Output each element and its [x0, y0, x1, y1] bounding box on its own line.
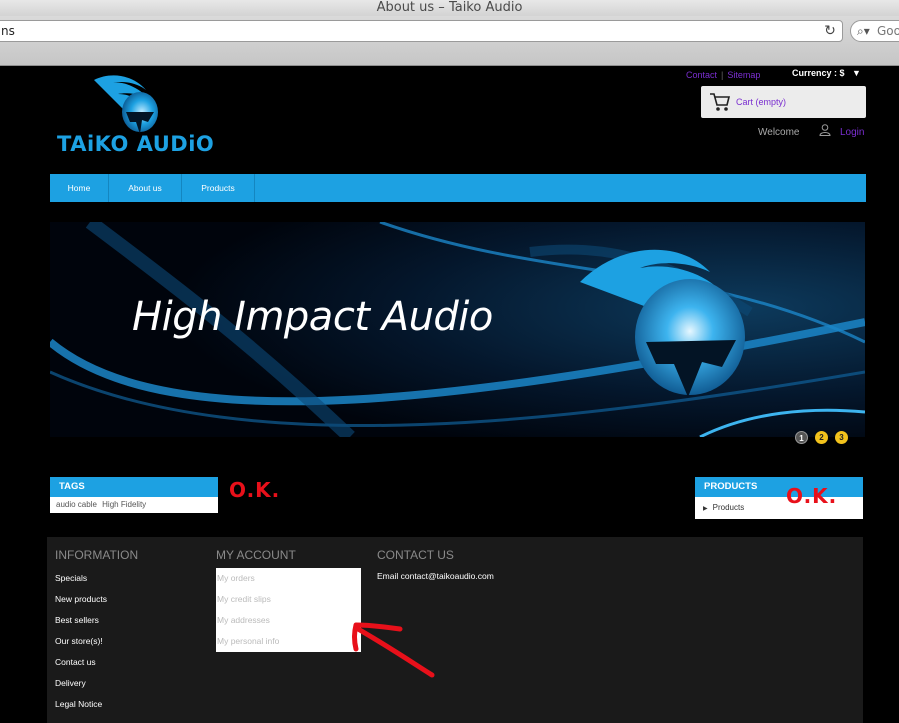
- address-text: ns: [1, 24, 15, 38]
- nav-item-home[interactable]: Home: [50, 174, 109, 202]
- search-icon: ⌕▾: [857, 24, 870, 38]
- currency-label: Currency : $: [792, 68, 845, 78]
- browser-toolbar: ns ↻ ⌕▾ Goo: [0, 16, 899, 66]
- contact-link[interactable]: Contact: [686, 70, 717, 80]
- nav-item-products[interactable]: Products: [182, 174, 255, 202]
- user-icon: [819, 124, 831, 136]
- footer-link-contact-us[interactable]: Contact us: [55, 657, 96, 667]
- contact-us-title: CONTACT US: [377, 548, 454, 562]
- annotation-ok-left: O.K.: [229, 478, 281, 502]
- banner-title: High Impact Audio: [132, 294, 493, 340]
- top-links: Contact | Sitemap: [686, 70, 760, 80]
- bullet-icon: ▶: [703, 506, 708, 512]
- tags-block: audio cable High Fidelity: [50, 497, 218, 513]
- information-title: INFORMATION: [55, 548, 139, 562]
- slide-dot-1[interactable]: 1: [795, 431, 808, 444]
- welcome-text: Welcome: [758, 127, 800, 138]
- main-nav: Home About us Products: [50, 174, 866, 202]
- page: About us – Taiko Audio ns ↻ ⌕▾ Goo TAiKO…: [0, 0, 899, 723]
- my-account-title: MY ACCOUNT: [216, 548, 296, 562]
- address-bar[interactable]: ns: [0, 20, 843, 42]
- logo-text[interactable]: TAiKO AUDiO: [57, 132, 214, 156]
- footer-link-best-sellers[interactable]: Best sellers: [55, 615, 99, 625]
- account-link-credit-slips[interactable]: My credit slips: [217, 594, 271, 604]
- annotation-ok-right: O.K.: [786, 484, 838, 508]
- account-link-orders[interactable]: My orders: [217, 573, 255, 583]
- footer-link-legal-notice[interactable]: Legal Notice: [55, 699, 102, 709]
- slide-dot-2[interactable]: 2: [815, 431, 828, 444]
- products-block-title: PRODUCTS: [695, 477, 863, 497]
- cart-icon: [710, 93, 731, 111]
- products-block: ▶ Products: [695, 497, 863, 519]
- hero-banner[interactable]: High Impact Audio: [50, 222, 865, 437]
- logo-icon[interactable]: [88, 72, 160, 136]
- account-link-personal-info[interactable]: My personal info: [217, 636, 279, 646]
- slide-dot-3[interactable]: 3: [835, 431, 848, 444]
- tag-link[interactable]: audio cable: [56, 500, 97, 509]
- tag-link[interactable]: High Fidelity: [102, 500, 146, 509]
- reload-icon[interactable]: ↻: [823, 22, 837, 38]
- footer-link-our-stores[interactable]: Our store(s)!: [55, 636, 103, 646]
- tags-block-title: TAGS: [50, 477, 218, 497]
- cart-block[interactable]: Cart (empty): [701, 86, 866, 118]
- login-link[interactable]: Login: [840, 127, 864, 138]
- chevron-down-icon: ▼: [852, 68, 861, 78]
- annotation-arrow-icon: [352, 622, 435, 678]
- footer-link-specials[interactable]: Specials: [55, 573, 87, 583]
- contact-email[interactable]: Email contact@taikoaudio.com: [377, 571, 494, 581]
- footer-link-new-products[interactable]: New products: [55, 594, 107, 604]
- account-link-addresses[interactable]: My addresses: [217, 615, 270, 625]
- sitemap-link[interactable]: Sitemap: [727, 70, 760, 80]
- window-title: About us – Taiko Audio: [0, 0, 899, 16]
- link-divider: |: [721, 70, 724, 80]
- currency-selector[interactable]: Currency : $ ▼: [792, 68, 861, 78]
- footer-link-delivery[interactable]: Delivery: [55, 678, 86, 688]
- search-input[interactable]: ⌕▾ Goo: [850, 20, 899, 42]
- search-placeholder: Goo: [877, 24, 899, 38]
- cart-label: Cart (empty): [736, 97, 787, 107]
- products-link[interactable]: Products: [713, 503, 745, 512]
- nav-item-about-us[interactable]: About us: [109, 174, 182, 202]
